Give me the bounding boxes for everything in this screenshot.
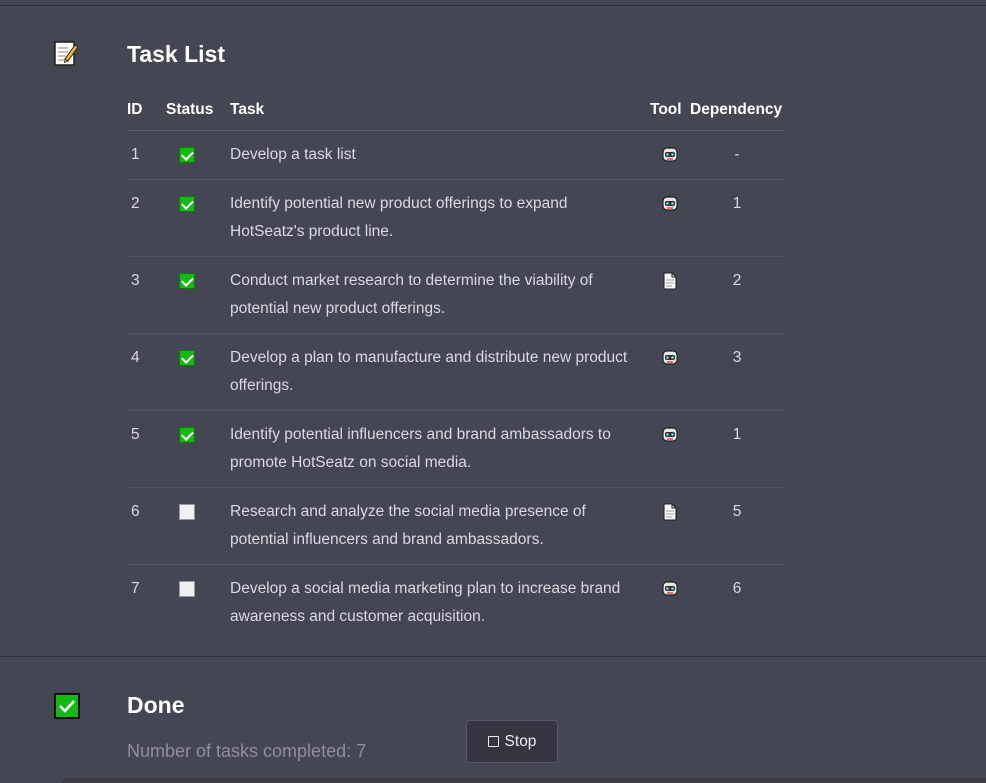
task-status-cell — [166, 256, 230, 334]
task-id: 2 — [127, 179, 166, 257]
task-dependency: 5 — [690, 487, 784, 565]
task-description: Research and analyze the social media pr… — [230, 487, 650, 565]
task-status-cell — [166, 487, 230, 565]
task-status-cell — [166, 565, 230, 642]
table-row: 2 Identify potential new product offering… — [127, 179, 784, 257]
task-id: 6 — [127, 487, 166, 565]
task-status-cell — [166, 130, 230, 180]
table-row: 1 Develop a task list - — [127, 130, 784, 180]
task-description: Develop a task list — [230, 130, 650, 180]
task-status-cell — [166, 179, 230, 257]
unchecked-checkbox-icon — [179, 504, 195, 520]
checked-checkbox-icon — [179, 273, 195, 289]
checked-checkbox-icon — [179, 196, 195, 212]
task-table: ID Status Task Tool Dependency 1 Develop … — [127, 90, 784, 641]
table-row: 6 Research and analyze the social media p… — [127, 487, 784, 565]
checked-checkbox-icon — [179, 427, 195, 443]
document-icon — [661, 272, 679, 290]
stop-button[interactable]: Stop — [466, 720, 558, 763]
checkmark-box-icon — [54, 693, 80, 719]
task-tool-cell — [650, 410, 690, 488]
task-dependency: 3 — [690, 333, 784, 411]
robot-icon — [661, 349, 679, 367]
task-id: 4 — [127, 333, 166, 411]
task-dependency: - — [690, 130, 784, 180]
task-dependency: 2 — [690, 256, 784, 334]
table-row: 3 Conduct market research to determine th… — [127, 256, 784, 334]
tasks-completed-text: Number of tasks completed: 7 — [127, 741, 367, 761]
table-row: 4 Develop a plan to manufacture and distr… — [127, 333, 784, 411]
column-header-tool: Tool — [650, 90, 690, 131]
document-icon — [661, 503, 679, 521]
task-id: 1 — [127, 130, 166, 180]
task-tool-cell — [650, 130, 690, 180]
task-status-cell — [166, 333, 230, 411]
column-header-id: ID — [127, 90, 166, 131]
robot-icon — [661, 146, 679, 164]
robot-icon — [661, 426, 679, 444]
task-dependency: 6 — [732, 580, 742, 597]
table-row: 7 Develop a social media marketing plan t… — [127, 565, 784, 642]
column-header-task: Task — [230, 90, 650, 131]
task-dependency: 1 — [690, 410, 784, 488]
checked-checkbox-icon — [179, 350, 195, 366]
checked-checkbox-icon — [179, 147, 195, 163]
task-description: Conduct market research to determine the… — [230, 256, 650, 334]
robot-icon — [661, 580, 679, 598]
unchecked-checkbox-icon — [179, 581, 195, 597]
task-dependency: 1 — [690, 179, 784, 257]
task-tool-cell — [650, 179, 690, 257]
task-description: Identify potential new product offerings… — [230, 179, 650, 257]
notepad-icon — [54, 41, 78, 66]
task-status-cell — [166, 410, 230, 488]
stop-button-label: Stop — [504, 732, 537, 750]
task-tool-cell — [650, 333, 690, 411]
stop-square-icon — [487, 736, 499, 747]
task-description: Develop a social media marketing plan to… — [230, 580, 621, 625]
done-title: Done — [127, 692, 185, 718]
table-row: 5 Identify potential influencers and bran… — [127, 410, 784, 488]
column-header-status: Status — [166, 90, 230, 131]
task-list-section: Task List ID Status Task Tool Dependency… — [0, 6, 986, 656]
task-id: 7 — [131, 580, 140, 597]
task-tool-cell — [650, 565, 690, 642]
table-header-row: ID Status Task Tool Dependency — [127, 90, 784, 131]
done-section: Done Number of tasks completed: 7 Stop — [0, 657, 986, 783]
robot-icon — [661, 195, 679, 213]
task-description: Develop a plan to manufacture and distri… — [230, 333, 650, 411]
column-header-dependency: Dependency — [690, 90, 784, 131]
task-tool-cell — [650, 256, 690, 334]
task-description: Identify potential influencers and brand… — [230, 410, 650, 488]
task-list-title: Task List — [127, 41, 225, 67]
task-tool-cell — [650, 487, 690, 565]
input-area-edge — [62, 778, 986, 783]
task-id: 5 — [127, 410, 166, 488]
task-id: 3 — [127, 256, 166, 334]
